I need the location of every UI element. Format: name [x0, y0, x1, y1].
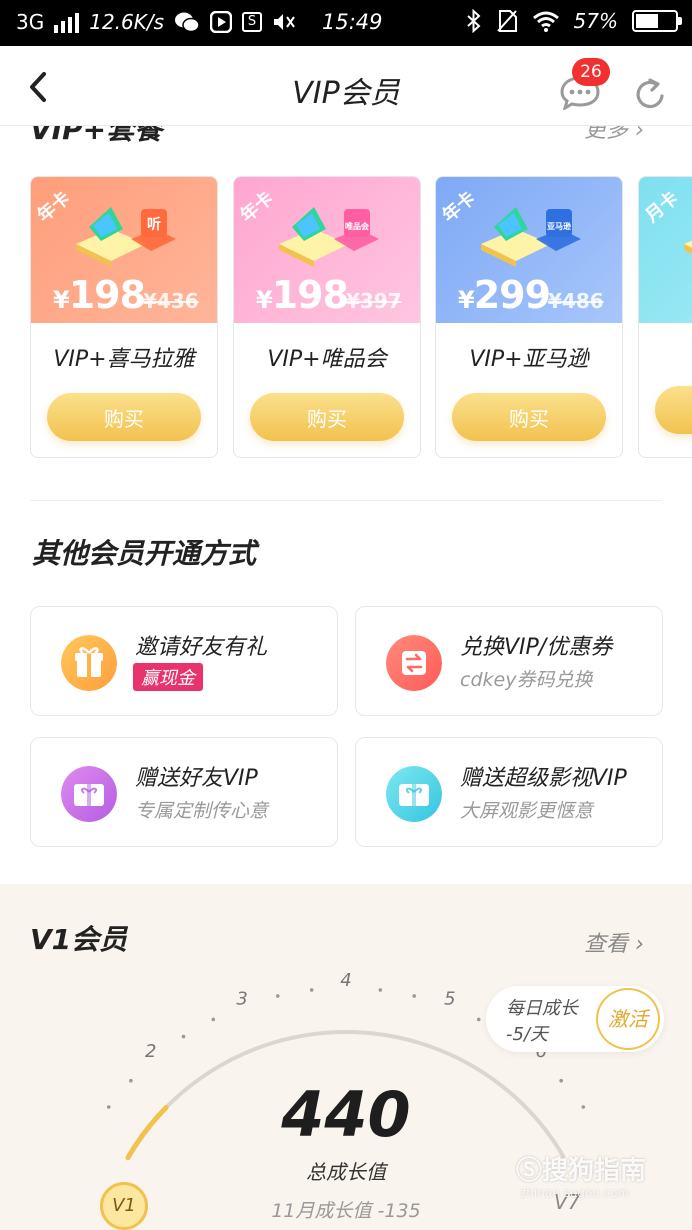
- battery-fill: [636, 14, 658, 28]
- current-level-badge: V1: [100, 1182, 148, 1230]
- package-name: VIP+亚马逊: [469, 347, 589, 372]
- price-value: 299: [473, 273, 551, 317]
- package-name: VIP: [639, 341, 692, 366]
- daily-growth-card: 每日成长 -5/天 激活: [486, 986, 664, 1052]
- gift-card-icon: [386, 766, 442, 822]
- wifi-icon: [532, 11, 559, 32]
- option-title: 赠送超级影视VIP: [460, 766, 627, 791]
- package-card[interactable]: 年卡听 ¥198 ¥436 VIP+喜马拉雅 购买: [30, 176, 218, 458]
- battery-icon: [632, 10, 682, 32]
- price-value: 198: [271, 273, 349, 317]
- package-product-icon: 听: [76, 207, 176, 267]
- option-title: 兑换VIP/优惠券: [460, 635, 613, 660]
- growth-score: 440: [281, 1078, 411, 1151]
- refresh-icon[interactable]: [632, 76, 668, 112]
- status-right: 57%: [466, 9, 682, 33]
- gift-card-icon: [61, 766, 117, 822]
- gauge-tick-label: 5: [444, 988, 455, 1009]
- package-name: VIP+喜马拉雅: [53, 347, 195, 372]
- network-type: 3G: [16, 10, 45, 34]
- cash-reward-badge: 赢现金: [133, 663, 203, 691]
- package-image: 年卡 唯品会 ¥198 ¥397: [234, 177, 420, 323]
- buy-button[interactable]: 购买: [47, 393, 201, 441]
- exchange-icon: [386, 635, 442, 691]
- gauge-tick-label: 2: [145, 1041, 156, 1062]
- invite-friends-option[interactable]: 邀请好友有礼 赢现金: [30, 606, 338, 716]
- currency-symbol: ¥: [53, 286, 70, 314]
- currency-symbol: ¥: [458, 286, 475, 314]
- currency-symbol: ¥: [256, 286, 273, 314]
- gauge-dot: [211, 1017, 216, 1022]
- daily-growth-value: -5/天: [506, 1024, 549, 1045]
- play-icon: [210, 11, 233, 33]
- mute-icon: [274, 14, 295, 30]
- package-original-price: ¥486: [548, 289, 604, 313]
- level-view-link[interactable]: 查看 ›: [584, 926, 644, 958]
- network-speed: 12.6K/s: [89, 10, 165, 34]
- package-card[interactable]: 年卡 亚马逊 ¥299 ¥486 VIP+亚马逊 购买: [435, 176, 623, 458]
- package-original-price: ¥436: [143, 289, 199, 313]
- gauge-dot: [276, 994, 280, 998]
- activate-button[interactable]: 激活: [596, 988, 660, 1050]
- bluetooth-icon: [466, 9, 481, 33]
- buy-button[interactable]: 购买: [452, 393, 606, 441]
- battery-percent: 57%: [573, 9, 618, 33]
- package-image: 年卡听 ¥198 ¥436: [31, 177, 217, 323]
- package-product-label: 亚马逊: [547, 221, 571, 231]
- gauge-dot: [378, 988, 383, 992]
- redeem-code-option[interactable]: 兑换VIP/优惠券 cdkey券码兑换: [355, 606, 663, 716]
- option-title: 赠送好友VIP: [135, 766, 258, 791]
- no-sim-icon: [496, 10, 517, 32]
- package-price: ¥198: [53, 273, 146, 317]
- buy-button[interactable]: 购买: [250, 393, 404, 441]
- package-name: VIP+唯品会: [267, 347, 387, 372]
- option-subtitle: 大屏观影更惬意: [460, 800, 594, 822]
- package-image: 年卡 亚马逊 ¥299 ¥486: [436, 177, 622, 323]
- clock: 15:49: [322, 10, 383, 34]
- package-product-icon: 亚马逊: [481, 207, 581, 267]
- status-bar: 3G 12.6K/s S 15:49 57%: [0, 0, 692, 46]
- package-carousel[interactable]: 年卡听 ¥198 ¥436 VIP+喜马拉雅 购买 年卡 唯品会 ¥198 ¥397 VIP+唯…: [30, 176, 692, 460]
- price-value: 198: [68, 273, 146, 317]
- package-original-price: ¥397: [346, 289, 402, 313]
- gauge-tick-label: 4: [340, 970, 351, 991]
- chevron-right-icon: ›: [635, 932, 644, 957]
- package-product-label: 听: [147, 216, 161, 233]
- package-product-icon: [684, 240, 692, 254]
- level-title: V1会员: [30, 923, 128, 956]
- gauge-tick-label: 3: [236, 988, 247, 1009]
- gauge-dot: [476, 1017, 481, 1022]
- watermark-text: 搜狗指南: [542, 1156, 647, 1186]
- gift-super-vip-option[interactable]: 赠送超级影视VIP 大屏观影更惬意: [355, 737, 663, 847]
- message-badge: 26: [572, 58, 610, 86]
- package-price: ¥299: [458, 273, 551, 317]
- gift-icon: [61, 635, 117, 691]
- package-card[interactable]: 月卡 VIP: [638, 176, 692, 458]
- gauge-dot: [309, 988, 314, 992]
- package-image: 月卡: [639, 177, 692, 323]
- gift-vip-option[interactable]: 赠送好友VIP 专属定制传心意: [30, 737, 338, 847]
- option-title: 邀请好友有礼: [135, 635, 268, 660]
- package-product-icon: 唯品会: [279, 207, 379, 267]
- option-subtitle: 专属定制传心意: [135, 800, 269, 822]
- watermark-logo: Ⓢ搜狗指南: [516, 1156, 647, 1186]
- section-divider: [30, 500, 662, 501]
- option-subtitle: cdkey券码兑换: [460, 669, 593, 691]
- top-nav: VIP会员 26: [0, 46, 692, 126]
- gauge-dot: [181, 1034, 186, 1039]
- package-product-label: 唯品会: [345, 221, 369, 231]
- view-label: 查看: [584, 932, 629, 957]
- status-left: 3G 12.6K/s S: [16, 10, 296, 34]
- other-methods-title: 其他会员开通方式: [32, 537, 257, 570]
- daily-growth-label: 每日成长: [506, 998, 578, 1019]
- gauge-dot: [412, 994, 416, 998]
- package-price: ¥198: [256, 273, 349, 317]
- wechat-icon: [175, 12, 200, 33]
- buy-button[interactable]: [655, 386, 692, 434]
- s-app-icon: S: [242, 12, 263, 32]
- signal-icon: [54, 11, 80, 33]
- watermark-url: zhinan.sogou.com: [520, 1186, 630, 1200]
- level-section: 23456 V1会员 查看 › 每日成长 -5/天 激活 440 总成长值 11…: [0, 884, 692, 1230]
- package-card[interactable]: 年卡 唯品会 ¥198 ¥397 VIP+唯品会 购买: [233, 176, 421, 458]
